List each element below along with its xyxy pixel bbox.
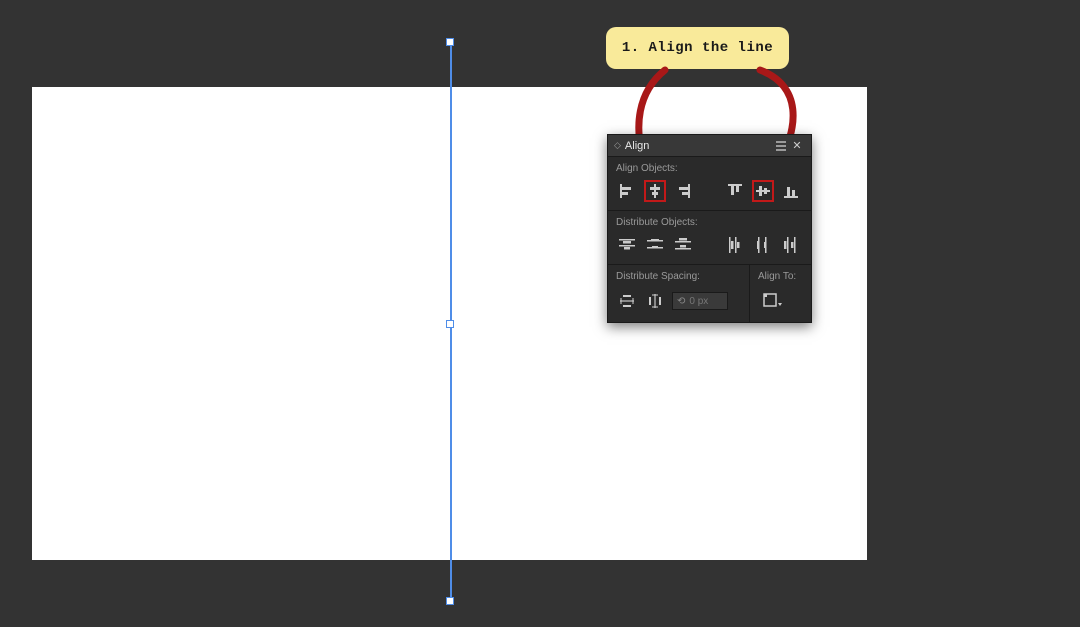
distribute-right-button[interactable] (780, 234, 802, 256)
distribute-bottom-button[interactable] (672, 234, 694, 256)
align-objects-row (608, 178, 811, 210)
distribute-objects-row (608, 232, 811, 264)
align-top-button[interactable] (724, 180, 746, 202)
align-panel-title: Align (625, 140, 649, 152)
selection-handle-middle[interactable] (446, 320, 454, 328)
distribute-hcenter-button[interactable] (752, 234, 774, 256)
distribute-vcenter-button[interactable] (644, 234, 666, 256)
align-panel: ◇ Align ✕ Align Objects: Distri (607, 134, 812, 323)
align-to-label: Align To: (758, 271, 803, 286)
distribute-left-button[interactable] (724, 234, 746, 256)
annotation-callout-text: 1. Align the line (622, 40, 773, 56)
panel-menu-icon[interactable] (773, 138, 789, 154)
selection-handle-top[interactable] (446, 38, 454, 46)
align-bottom-button[interactable] (780, 180, 802, 202)
align-left-button[interactable] (616, 180, 638, 202)
distribute-objects-label: Distribute Objects: (608, 211, 811, 232)
align-vertical-center-button[interactable] (752, 180, 774, 202)
distribute-spacing-label: Distribute Spacing: (616, 271, 741, 286)
align-to-dropdown[interactable] (758, 290, 788, 312)
distribute-spacing-horizontal-button[interactable] (644, 290, 666, 312)
align-right-button[interactable] (672, 180, 694, 202)
align-horizontal-center-button[interactable] (644, 180, 666, 202)
link-icon: ⟲ (677, 296, 685, 307)
spacing-value-text: 0 px (689, 296, 708, 307)
panel-collapse-icon[interactable]: ◇ (614, 140, 621, 151)
spacing-value-input[interactable]: ⟲ 0 px (672, 292, 728, 310)
distribute-spacing-vertical-button[interactable] (616, 290, 638, 312)
distribute-top-button[interactable] (616, 234, 638, 256)
annotation-callout: 1. Align the line (606, 27, 789, 69)
align-objects-label: Align Objects: (608, 157, 811, 178)
align-panel-header[interactable]: ◇ Align ✕ (608, 135, 811, 157)
selection-handle-bottom[interactable] (446, 597, 454, 605)
panel-close-icon[interactable]: ✕ (789, 138, 805, 154)
